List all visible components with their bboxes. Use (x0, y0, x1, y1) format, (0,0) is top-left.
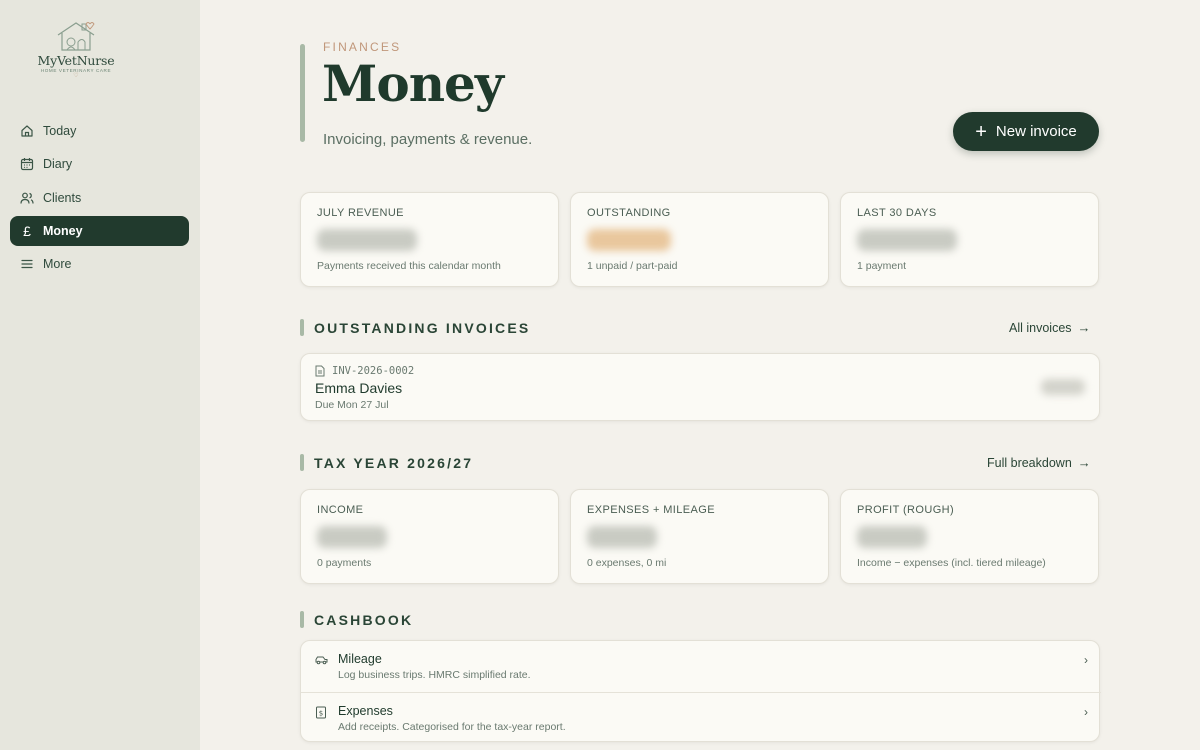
page-eyebrow: FINANCES (323, 40, 402, 54)
new-invoice-label: New invoice (995, 123, 1077, 140)
arrow-right-icon: → (1077, 455, 1091, 470)
section-heading: TAX YEAR 2026/27 (314, 454, 474, 471)
blurred-value (587, 526, 657, 548)
section-tax-year: TAX YEAR 2026/27 (300, 454, 473, 471)
sidebar-nav: Today Diary Clients £ Money More (10, 116, 189, 282)
stat-label: LAST 30 DAYS (857, 207, 937, 219)
cashbook-row-title: Mileage (338, 652, 382, 666)
sidebar-item-label: Money (43, 223, 83, 238)
stat-label: PROFIT (ROUGH) (857, 504, 955, 516)
blurred-value (317, 229, 417, 251)
tax-card-income: INCOME 0 payments (300, 489, 559, 584)
cashbook-row-title: Expenses (338, 704, 393, 718)
car-icon (315, 654, 328, 666)
stat-label: OUTSTANDING (587, 207, 671, 219)
invoice-row[interactable]: INV-2026-0002 Emma Davies Due Mon 27 Jul (300, 353, 1100, 421)
blurred-value (857, 526, 927, 548)
stat-card-last-30-days: LAST 30 DAYS 1 payment (840, 192, 1099, 287)
stat-note: Income − expenses (incl. tiered mileage) (857, 557, 1046, 569)
stat-label: JULY REVENUE (317, 207, 404, 219)
sidebar-item-label: Diary (43, 157, 73, 172)
blurred-amount (1041, 379, 1085, 395)
sidebar-item-money[interactable]: £ Money (10, 215, 189, 246)
house-logo-icon (57, 22, 95, 51)
main-content: FINANCES Money Invoicing, payments & rev… (200, 0, 1200, 750)
stat-card-outstanding: OUTSTANDING 1 unpaid / part-paid (570, 192, 829, 287)
cashbook-row-desc: Add receipts. Categorised for the tax-ye… (338, 721, 566, 733)
section-outstanding-invoices: OUTSTANDING INVOICES (300, 319, 530, 336)
logo-name: MyVetNurse (37, 53, 115, 68)
pound-icon: £ (23, 222, 31, 239)
blurred-value (857, 229, 957, 251)
link-label: Full breakdown (987, 455, 1072, 470)
menu-icon (20, 257, 34, 271)
cashbook-row-expenses[interactable]: $ Expenses Add receipts. Categorised for… (301, 692, 1101, 743)
svg-text:$: $ (319, 709, 323, 717)
cashbook-row-mileage[interactable]: Mileage Log business trips. HMRC simplif… (301, 641, 1101, 692)
invoice-number: INV-2026-0002 (315, 365, 414, 377)
calendar-icon (20, 157, 34, 171)
sidebar-item-label: More (43, 257, 72, 272)
all-invoices-link[interactable]: All invoices → (1009, 320, 1091, 335)
app-logo[interactable]: MyVetNurse HOME VETERINARY CARE ♡ (36, 20, 116, 79)
page-subtitle: Invoicing, payments & revenue. (323, 131, 533, 148)
stat-label: INCOME (317, 504, 364, 516)
full-breakdown-link[interactable]: Full breakdown → (987, 455, 1091, 470)
blurred-value (587, 229, 671, 251)
receipt-icon: $ (315, 706, 327, 719)
sidebar-item-more[interactable]: More (10, 249, 189, 279)
home-icon (20, 124, 34, 138)
document-icon (315, 365, 325, 377)
section-accent-bar (300, 454, 304, 471)
stat-note: Payments received this calendar month (317, 260, 501, 272)
section-cashbook: CASHBOOK (300, 611, 413, 628)
users-icon (20, 191, 34, 205)
link-label: All invoices (1009, 320, 1072, 335)
sidebar-item-label: Clients (43, 190, 82, 205)
chevron-right-icon: › (1084, 705, 1088, 719)
cashbook-list: Mileage Log business trips. HMRC simplif… (300, 640, 1101, 743)
page-title: Money (322, 54, 504, 113)
sidebar-item-clients[interactable]: Clients (10, 183, 189, 213)
arrow-right-icon: → (1077, 320, 1091, 335)
plus-icon: + (975, 120, 987, 143)
section-heading: OUTSTANDING INVOICES (314, 319, 531, 336)
tax-card-profit: PROFIT (ROUGH) Income − expenses (incl. … (840, 489, 1099, 584)
stat-card-july-revenue: JULY REVENUE Payments received this cale… (300, 192, 559, 287)
stat-note: 1 payment (857, 260, 907, 272)
sidebar-item-label: Today (43, 124, 77, 138)
chevron-right-icon: › (1084, 653, 1088, 667)
blurred-value (317, 526, 387, 548)
section-heading: CASHBOOK (314, 611, 414, 628)
heart-icon: ♡ (73, 73, 79, 79)
stat-note: 0 expenses, 0 mi (587, 557, 667, 569)
invoice-due-date: Due Mon 27 Jul (315, 399, 389, 411)
invoice-client: Emma Davies (315, 380, 403, 396)
section-accent-bar (300, 611, 304, 628)
section-accent-bar (300, 319, 304, 336)
invoice-number-text: INV-2026-0002 (332, 365, 415, 377)
stat-note: 0 payments (317, 557, 372, 569)
header-accent-bar (300, 44, 305, 142)
new-invoice-button[interactable]: + New invoice (953, 112, 1099, 151)
sidebar: MyVetNurse HOME VETERINARY CARE ♡ Today … (0, 0, 200, 750)
stat-note: 1 unpaid / part-paid (587, 260, 678, 272)
sidebar-item-today[interactable]: Today (10, 116, 189, 146)
sidebar-item-diary[interactable]: Diary (10, 149, 189, 179)
cashbook-row-desc: Log business trips. HMRC simplified rate… (338, 669, 531, 681)
tax-card-expenses: EXPENSES + MILEAGE 0 expenses, 0 mi (570, 489, 829, 584)
stat-label: EXPENSES + MILEAGE (587, 504, 715, 516)
